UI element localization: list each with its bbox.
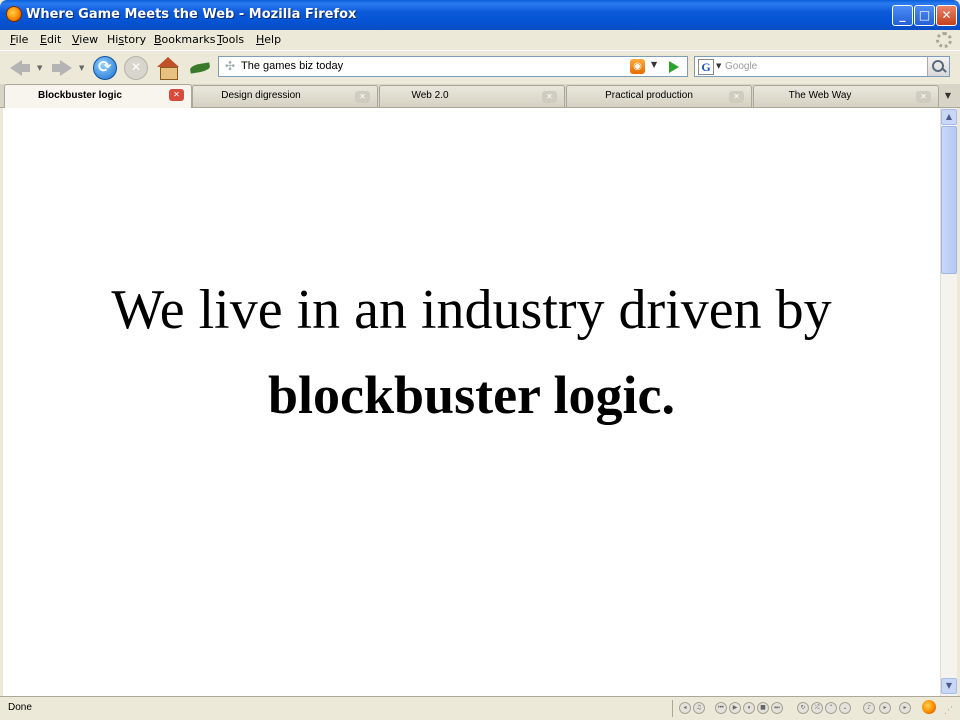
rss-feed-icon[interactable]: ◉ bbox=[630, 59, 645, 74]
window-title: Where Game Meets the Web - Mozilla Firef… bbox=[26, 7, 357, 22]
maximize-button[interactable]: □ bbox=[914, 5, 935, 26]
search-bar: G ▼ bbox=[694, 56, 950, 77]
url-history-dropdown-icon[interactable]: ▼ bbox=[651, 60, 657, 69]
stop-icon[interactable] bbox=[124, 56, 148, 80]
tab-strip: Blockbuster logic ✕ Design digression ✕ … bbox=[0, 84, 960, 108]
menu-help[interactable]: Help bbox=[256, 33, 281, 46]
rating-down-icon[interactable]: ⌄ bbox=[839, 702, 851, 714]
headline-line-1: We live in an industry driven by bbox=[111, 279, 832, 341]
search-magnifier-icon[interactable] bbox=[927, 57, 949, 76]
previous-track-icon[interactable]: ⏮ bbox=[715, 702, 727, 714]
shuffle-icon[interactable]: ⤮ bbox=[811, 702, 823, 714]
status-bar: Done ◂ ♫ ⏮ ▶ ⏸ ■ ⏭ ↻ ⤮ ⌃ ⌄ ♪ ▸ ▸ bbox=[0, 696, 960, 720]
throbber-icon bbox=[936, 32, 952, 48]
menu-history[interactable]: History bbox=[107, 33, 146, 46]
menu-bookmarks[interactable]: Bookmarks bbox=[154, 33, 215, 46]
back-dropdown-icon[interactable]: ▼ bbox=[37, 64, 42, 72]
firefox-status-icon[interactable] bbox=[922, 700, 936, 714]
media-more-icon[interactable]: ▸ bbox=[899, 702, 911, 714]
tab-close-icon[interactable]: ✕ bbox=[729, 91, 744, 103]
headline-line-2: blockbuster logic. bbox=[267, 365, 676, 425]
scroll-thumb[interactable] bbox=[941, 126, 957, 274]
repeat-icon[interactable]: ↻ bbox=[797, 702, 809, 714]
pause-icon[interactable]: ⏸ bbox=[743, 702, 755, 714]
tab-close-icon[interactable]: ✕ bbox=[355, 91, 370, 103]
tab-label: Design digression bbox=[221, 90, 301, 101]
menu-bar: File Edit View History Bookmarks Tools H… bbox=[0, 30, 960, 50]
media-expand-icon[interactable]: ▸ bbox=[879, 702, 891, 714]
media-source-icon[interactable]: ♫ bbox=[693, 702, 705, 714]
resize-grip-icon[interactable]: ⋰ bbox=[944, 706, 956, 718]
tab-close-icon[interactable]: ✕ bbox=[169, 89, 184, 101]
menu-file[interactable]: File bbox=[10, 33, 28, 46]
reload-icon[interactable] bbox=[93, 56, 117, 80]
back-icon[interactable] bbox=[8, 56, 32, 80]
home-icon[interactable] bbox=[156, 56, 180, 80]
search-input[interactable] bbox=[725, 58, 925, 75]
tab-label: The Web Way bbox=[788, 90, 852, 101]
page-favicon-icon: ✣ bbox=[224, 59, 236, 73]
rating-up-icon[interactable]: ⌃ bbox=[825, 702, 837, 714]
forward-dropdown-icon[interactable]: ▼ bbox=[79, 64, 84, 72]
menu-tools[interactable]: Tools bbox=[217, 33, 244, 46]
page-content: We live in an industry driven by blockbu… bbox=[3, 108, 940, 696]
close-button[interactable]: ✕ bbox=[936, 5, 957, 26]
play-icon[interactable]: ▶ bbox=[729, 702, 741, 714]
title-bar: Where Game Meets the Web - Mozilla Firef… bbox=[0, 0, 960, 30]
go-icon[interactable] bbox=[669, 61, 679, 73]
vertical-scrollbar[interactable]: ▲ ▼ bbox=[940, 108, 957, 696]
url-bar[interactable]: ✣ The games biz today ◉ ▼ bbox=[218, 56, 688, 77]
tab-blockbuster-logic[interactable]: Blockbuster logic ✕ bbox=[4, 84, 192, 108]
menu-edit[interactable]: Edit bbox=[40, 33, 61, 46]
tab-list-dropdown-icon[interactable]: ▼ bbox=[940, 86, 956, 106]
leaf-icon[interactable] bbox=[188, 56, 212, 80]
tab-the-web-way[interactable]: The Web Way ✕ bbox=[753, 85, 939, 107]
scroll-up-icon[interactable]: ▲ bbox=[941, 109, 957, 125]
media-controls: ◂ ♫ ⏮ ▶ ⏸ ■ ⏭ ↻ ⤮ ⌃ ⌄ ♪ ▸ ▸ bbox=[672, 700, 912, 717]
forward-icon[interactable] bbox=[50, 56, 74, 80]
stop-track-icon[interactable]: ■ bbox=[757, 702, 769, 714]
tab-close-icon[interactable]: ✕ bbox=[916, 91, 931, 103]
tab-label: Practical production bbox=[605, 90, 693, 101]
tab-design-digression[interactable]: Design digression ✕ bbox=[192, 85, 378, 107]
media-menu-icon[interactable]: ◂ bbox=[679, 702, 691, 714]
tab-practical-production[interactable]: Practical production ✕ bbox=[566, 85, 752, 107]
scroll-down-icon[interactable]: ▼ bbox=[941, 678, 957, 694]
tab-label: Web 2.0 bbox=[411, 90, 449, 101]
firefox-icon bbox=[6, 6, 22, 22]
tab-label: Blockbuster logic bbox=[38, 90, 122, 101]
tab-close-icon[interactable]: ✕ bbox=[542, 91, 557, 103]
search-engine-icon[interactable]: G bbox=[698, 59, 714, 75]
tab-web-2-0[interactable]: Web 2.0 ✕ bbox=[379, 85, 565, 107]
minimize-button[interactable]: _ bbox=[892, 5, 913, 26]
url-text[interactable]: The games biz today bbox=[241, 60, 343, 72]
search-engine-dropdown-icon[interactable]: ▼ bbox=[716, 62, 721, 70]
next-track-icon[interactable]: ⏭ bbox=[771, 702, 783, 714]
volume-icon[interactable]: ♪ bbox=[863, 702, 875, 714]
menu-view[interactable]: View bbox=[72, 33, 98, 46]
status-text: Done bbox=[8, 702, 32, 713]
